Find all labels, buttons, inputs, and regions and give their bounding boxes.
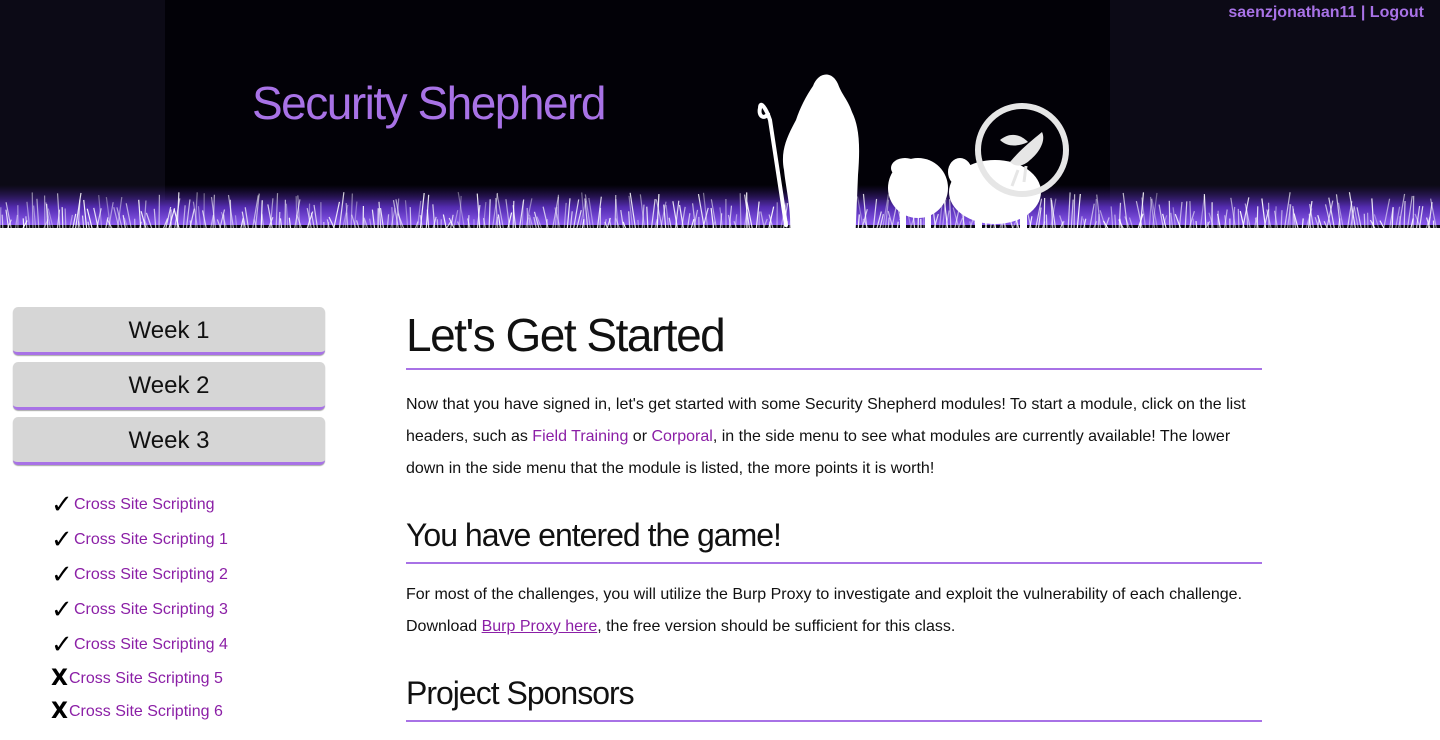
week-3-button[interactable]: Week 3: [13, 417, 325, 465]
module-item: ✓ Cross Site Scripting 1: [51, 522, 228, 557]
header-banner: Security Shepherd saenzjonathan11 | Logo…: [0, 0, 1440, 260]
checkmark-icon: ✓: [51, 559, 73, 590]
module-link-cross-site-scripting-6[interactable]: Cross Site Scripting 6: [69, 703, 223, 721]
sponsors-heading: Project Sponsors: [406, 674, 1262, 722]
page-title: Let's Get Started: [406, 308, 1262, 370]
cross-icon: X: [51, 698, 68, 724]
checkmark-icon: ✓: [51, 594, 73, 625]
intro-paragraph: Now that you have signed in, let's get s…: [406, 389, 1262, 485]
game-heading: You have entered the game!: [406, 516, 1262, 564]
module-item: X Cross Site Scripting 6: [51, 695, 228, 728]
week-1-button[interactable]: Week 1: [13, 307, 325, 355]
site-title: Security Shepherd: [252, 77, 606, 129]
game-paragraph: For most of the challenges, you will uti…: [406, 579, 1262, 643]
week-2-button[interactable]: Week 2: [13, 362, 325, 410]
module-list: ✓ Cross Site Scripting ✓ Cross Site Scri…: [51, 487, 228, 728]
module-link-cross-site-scripting-1[interactable]: Cross Site Scripting 1: [74, 531, 228, 549]
checkmark-icon: ✓: [51, 629, 73, 660]
cross-icon: X: [51, 665, 68, 691]
module-item: ✓ Cross Site Scripting: [51, 487, 228, 522]
module-link-cross-site-scripting-4[interactable]: Cross Site Scripting 4: [74, 636, 228, 654]
module-link-cross-site-scripting-3[interactable]: Cross Site Scripting 3: [74, 601, 228, 619]
game-text-2: , the free version should be sufficient …: [597, 618, 956, 635]
module-item: ✓ Cross Site Scripting 3: [51, 592, 228, 627]
grass-decoration: [0, 74, 1440, 260]
burp-proxy-link[interactable]: Burp Proxy here: [482, 618, 598, 635]
module-link-cross-site-scripting[interactable]: Cross Site Scripting: [74, 496, 215, 514]
module-item: X Cross Site Scripting 5: [51, 662, 228, 695]
module-link-cross-site-scripting-2[interactable]: Cross Site Scripting 2: [74, 566, 228, 584]
module-item: ✓ Cross Site Scripting 4: [51, 627, 228, 662]
module-link-cross-site-scripting-5[interactable]: Cross Site Scripting 5: [69, 670, 223, 688]
corporal-link[interactable]: Corporal: [651, 428, 712, 445]
module-item: ✓ Cross Site Scripting 2: [51, 557, 228, 592]
checkmark-icon: ✓: [51, 524, 73, 555]
sidebar: Week 1 Week 2 Week 3 ✓ Cross Site Script…: [13, 307, 325, 722]
checkmark-icon: ✓: [51, 489, 73, 520]
main-content: Let's Get Started Now that you have sign…: [406, 308, 1262, 722]
user-bar: saenzjonathan11 | Logout: [1228, 4, 1424, 22]
field-training-link[interactable]: Field Training: [532, 428, 628, 445]
intro-text-2: or: [628, 428, 652, 445]
username-link[interactable]: saenzjonathan11: [1228, 4, 1356, 21]
logout-link[interactable]: Logout: [1370, 4, 1424, 21]
user-bar-separator: |: [1356, 4, 1370, 21]
